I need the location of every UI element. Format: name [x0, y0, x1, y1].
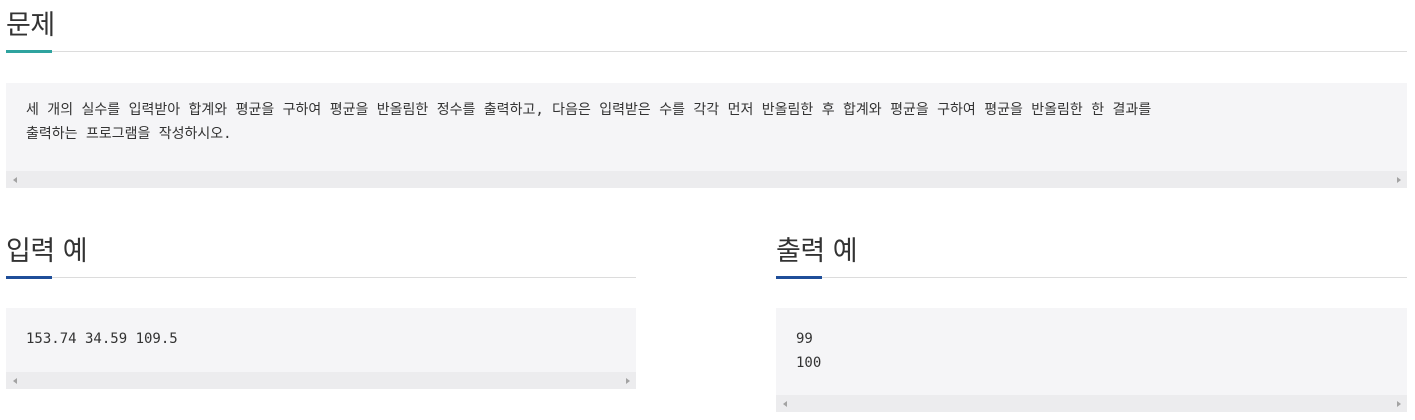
- problem-description-box[interactable]: 세 개의 실수를 입력받아 합계와 평균을 구하여 평균을 반올림한 정수를 출…: [6, 83, 1407, 188]
- scroll-right-arrow-icon[interactable]: [1390, 171, 1407, 188]
- output-example-heading: 출력 예: [776, 222, 1407, 279]
- scroll-right-arrow-icon[interactable]: [1390, 395, 1407, 412]
- input-example-title-underline: [6, 276, 52, 279]
- output-example-title: 출력 예: [776, 236, 858, 267]
- input-example-heading-section: 입력 예: [6, 222, 636, 279]
- scroll-left-arrow-icon[interactable]: [6, 372, 23, 389]
- scroll-left-arrow-icon[interactable]: [6, 171, 23, 188]
- scroll-left-arrow-icon[interactable]: [776, 395, 793, 412]
- output-example-box[interactable]: 99 100: [776, 308, 1407, 412]
- input-horizontal-scrollbar[interactable]: [6, 372, 636, 389]
- scroll-right-arrow-icon[interactable]: [619, 372, 636, 389]
- output-horizontal-scrollbar[interactable]: [776, 395, 1407, 412]
- problem-title: 문제: [6, 10, 55, 41]
- problem-heading: 문제: [6, 0, 1407, 53]
- output-example-title-underline: [776, 276, 822, 279]
- problem-heading-section: 문제: [6, 0, 1407, 53]
- output-example-heading-section: 출력 예: [776, 222, 1407, 279]
- output-example-text: 99 100: [796, 331, 822, 371]
- problem-title-underline: [6, 50, 52, 53]
- problem-description-text: 세 개의 실수를 입력받아 합계와 평균을 구하여 평균을 반올림한 정수를 출…: [26, 102, 1152, 142]
- problem-horizontal-scrollbar[interactable]: [6, 171, 1407, 188]
- input-example-heading: 입력 예: [6, 222, 636, 279]
- input-example-box[interactable]: 153.74 34.59 109.5: [6, 308, 636, 389]
- input-example-title: 입력 예: [6, 236, 88, 267]
- input-example-text: 153.74 34.59 109.5: [26, 331, 178, 347]
